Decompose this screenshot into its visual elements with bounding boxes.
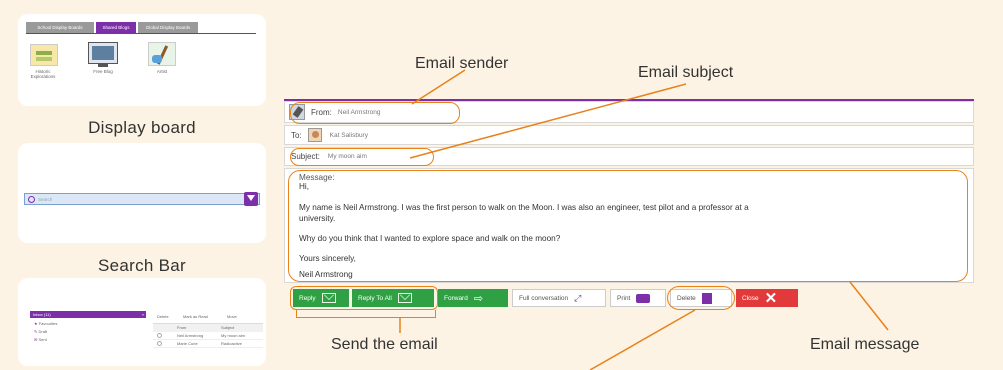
display-board-caption: Display board [88, 118, 196, 137]
toolbar-mark-read[interactable]: Mark as Read [183, 314, 208, 319]
historic-explorations-icon[interactable] [30, 44, 58, 66]
tab-school-display-boards[interactable]: School Display Boards [26, 22, 94, 33]
row-checkbox[interactable] [157, 341, 162, 346]
folder-sent[interactable]: ✉ Sent [34, 337, 47, 342]
folder-draft[interactable]: ✎ Draft [34, 329, 47, 334]
row-subject: My moon aim [221, 333, 246, 338]
tab-global-display-boards[interactable]: Global Display Boards [138, 22, 198, 33]
filter-icon[interactable] [244, 192, 258, 206]
inbox-table: From Subject Neil Armstrong My moon aim … [153, 323, 263, 353]
print-button[interactable]: Print [610, 289, 666, 307]
close-icon: ✕ [764, 290, 778, 307]
annotation-send-email: Send the email [331, 336, 438, 353]
annotation-email-message: Email message [810, 336, 920, 353]
full-conversation-button[interactable]: Full conversation ⤢ [512, 289, 606, 307]
collapse-icon[interactable]: « [142, 311, 144, 318]
highlight-subject [290, 148, 434, 166]
table-row[interactable]: Neil Armstrong My moon aim [153, 332, 263, 340]
row-checkbox[interactable] [157, 333, 162, 338]
search-bar-panel: Search [18, 143, 266, 243]
top-heading-fragment [548, 0, 608, 4]
highlight-send-buttons [290, 286, 438, 310]
row-subject: Radioactive [221, 341, 242, 346]
close-label: Close [742, 294, 759, 302]
row-from: Neil Armstrong [177, 333, 204, 338]
tile-label-historic: Historic Explorations [30, 69, 56, 79]
send-bracket [296, 310, 436, 318]
highlight-message [288, 170, 968, 282]
annotation-email-subject: Email subject [638, 64, 734, 81]
toolbar-delete[interactable]: Delete [157, 314, 169, 319]
table-row[interactable]: Marie Curie Radioactive [153, 340, 263, 348]
annotation-email-sender: Email sender [415, 55, 509, 72]
monitor-stand-icon [98, 64, 108, 67]
highlight-sender [290, 102, 460, 124]
tile-label-free-blog: Free Blog [93, 69, 113, 74]
to-value[interactable]: Kat Salisbury [330, 132, 368, 139]
free-blog-icon[interactable] [88, 42, 118, 64]
to-label: To: [291, 130, 302, 140]
table-header: From Subject [153, 324, 263, 332]
toolbar-move[interactable]: Move [227, 314, 237, 319]
highlight-delete [667, 286, 735, 310]
printer-icon [636, 293, 651, 303]
display-board-panel: School Display Boards Shared Blogs Globa… [18, 14, 266, 106]
forward-label: Forward [444, 294, 468, 302]
print-label: Print [617, 294, 631, 302]
forward-button[interactable]: Forward ⇨ [438, 289, 508, 307]
folder-inbox[interactable]: Inbox (11) « [30, 311, 146, 318]
search-placeholder: Search [38, 196, 53, 202]
folder-favourites[interactable]: ★ Favourites [34, 321, 57, 326]
column-from: From [177, 325, 187, 330]
to-field: To: Kat Salisbury [284, 125, 974, 145]
folder-list: Inbox (11) « ★ Favourites ✎ Draft ✉ Sent [30, 311, 146, 356]
row-from: Marie Curie [177, 341, 198, 346]
forward-icon: ⇨ [473, 292, 484, 305]
column-subject: Subject [221, 325, 235, 330]
search-bar-caption: Search Bar [97, 256, 187, 275]
artist-icon[interactable] [148, 42, 176, 66]
tab-underline [26, 33, 256, 34]
inbox-panel: Inbox (11) « ★ Favourites ✎ Draft ✉ Sent… [18, 278, 266, 366]
search-icon [28, 195, 35, 203]
inbox-toolbar: Delete Mark as Read Move [153, 313, 263, 321]
recipient-avatar [307, 128, 322, 142]
expand-icon: ⤢ [574, 292, 582, 303]
tile-label-artist: Artist [156, 69, 168, 74]
tab-shared-blogs[interactable]: Shared Blogs [96, 22, 136, 33]
search-input[interactable]: Search [24, 193, 260, 205]
close-button[interactable]: Close ✕ [736, 289, 798, 307]
full-conversation-label: Full conversation [519, 294, 569, 302]
